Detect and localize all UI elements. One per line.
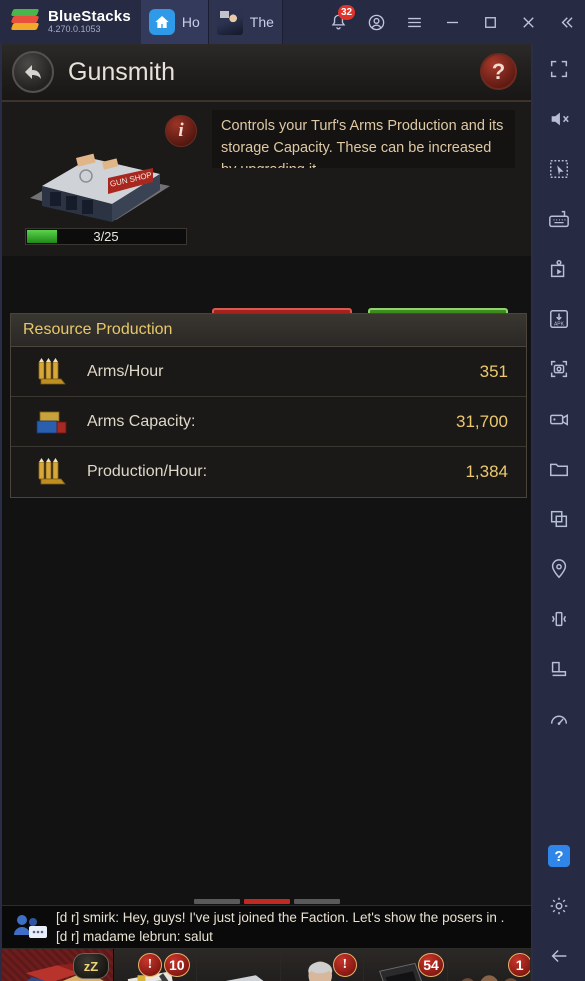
- bullets-icon: [33, 456, 69, 488]
- count-badge: 54: [418, 953, 444, 977]
- briefcase-icon: [226, 975, 264, 981]
- page-dot-active[interactable]: [243, 899, 290, 904]
- bluestacks-sidebar: APK ?: [533, 44, 585, 981]
- maximize-button[interactable]: [471, 0, 509, 44]
- count-badge: 10: [164, 953, 190, 977]
- nav-item-faction[interactable]: 1 Faction: [447, 949, 532, 981]
- bluestacks-titlebar: BlueStacks 4.270.0.1053 Ho The 32: [0, 0, 585, 44]
- table-row: Production/Hour: 1,384: [11, 447, 526, 497]
- nav-item-enforcers[interactable]: ! Enforcers: [280, 949, 365, 981]
- bullets-icon: [33, 356, 69, 388]
- menu-button[interactable]: [395, 0, 433, 44]
- chat-line: [d r] smirk: Hey, guys! I've just joined…: [56, 910, 505, 925]
- resource-production-panel: Resource Production Arms/Hour 351 Arms C…: [10, 313, 527, 498]
- description-text: Controls your Turf's Arms Production and…: [221, 118, 504, 168]
- fullscreen-icon[interactable]: [533, 44, 585, 94]
- macro-play-icon[interactable]: [533, 244, 585, 294]
- table-row: Arms/Hour 351: [11, 347, 526, 397]
- video-record-icon[interactable]: [533, 394, 585, 444]
- titlebar-controls: 32: [319, 0, 585, 44]
- chat-messages: [d r] smirk: Hey, guys! I've just joined…: [56, 908, 504, 946]
- pointer-select-icon[interactable]: [533, 144, 585, 194]
- description-tooltip: Controls your Turf's Arms Production and…: [212, 110, 515, 168]
- back-arrow-icon[interactable]: [533, 931, 585, 981]
- rotate-screen-icon[interactable]: [533, 644, 585, 694]
- bluestacks-window: BlueStacks 4.270.0.1053 Ho The 32 Gunsmi…: [0, 0, 585, 981]
- tab-home[interactable]: Ho: [140, 0, 209, 44]
- chat-bubble-icon: [10, 911, 50, 943]
- volume-mute-icon[interactable]: [533, 94, 585, 144]
- page-title: Gunsmith: [68, 57, 175, 86]
- alert-badge: !: [138, 953, 162, 977]
- tab-game-label: The: [249, 14, 274, 30]
- row-value: 31,700: [456, 411, 508, 431]
- building-info-area: GUN SHOP i Controls your Turf's Arms Pro…: [2, 102, 531, 354]
- keyboard-icon[interactable]: [533, 194, 585, 244]
- count-badge: 1: [507, 953, 531, 977]
- collapse-sidebar-button[interactable]: [547, 0, 585, 44]
- game-header: Gunsmith ?: [2, 44, 531, 102]
- emulator-viewport: Gunsmith ? GUN SHOP i Controls your Turf…: [0, 0, 533, 981]
- close-button[interactable]: [509, 0, 547, 44]
- back-arrow-icon[interactable]: [12, 51, 54, 93]
- nav-item-inventory[interactable]: Inventory: [197, 949, 281, 981]
- row-label: Arms/Hour: [87, 362, 164, 380]
- crates-icon: [33, 406, 69, 438]
- shake-device-icon[interactable]: [533, 594, 585, 644]
- svg-text:APK: APK: [554, 321, 565, 327]
- minimize-button[interactable]: [433, 0, 471, 44]
- location-pin-icon[interactable]: [533, 544, 585, 594]
- apk-install-icon[interactable]: APK: [533, 294, 585, 344]
- level-text: 3/25: [93, 229, 119, 244]
- app-name: BlueStacks: [48, 8, 131, 26]
- tab-game[interactable]: The: [208, 0, 283, 44]
- row-value: 351: [479, 361, 508, 381]
- bottom-navigation: zZ ! 10 Tasks: [2, 949, 532, 981]
- gauge-icon[interactable]: [533, 694, 585, 744]
- chat-line: [d r] madame lebrun: salut: [56, 929, 213, 944]
- bluestacks-logo-icon: [10, 9, 40, 35]
- gun-shop-building-icon: GUN SHOP: [20, 124, 190, 228]
- game-screen: Gunsmith ? GUN SHOP i Controls your Turf…: [0, 44, 533, 981]
- page-dot[interactable]: [293, 899, 340, 904]
- table-row: Arms Capacity: 31,700: [11, 397, 526, 447]
- folder-icon[interactable]: [533, 444, 585, 494]
- level-progress-bar: 3/25: [25, 228, 187, 245]
- tab-strip: Ho The: [140, 0, 283, 44]
- help-button[interactable]: ?: [480, 53, 517, 90]
- game-thumbnail-icon: [216, 9, 243, 35]
- bluestacks-branding: BlueStacks 4.270.0.1053: [48, 9, 131, 34]
- help-icon[interactable]: ?: [533, 831, 585, 881]
- screenshot-camera-icon[interactable]: [533, 344, 585, 394]
- multi-window-icon[interactable]: [533, 494, 585, 544]
- notification-badge: 32: [338, 5, 356, 20]
- app-version: 4.270.0.1053: [48, 24, 101, 35]
- home-icon: [148, 9, 175, 35]
- alert-badge: !: [332, 953, 357, 977]
- tab-home-label: Ho: [181, 14, 200, 30]
- info-icon[interactable]: i: [165, 115, 197, 147]
- notifications-button[interactable]: 32: [319, 0, 357, 44]
- resource-panel-title: Resource Production: [11, 314, 526, 347]
- row-label: Arms Capacity:: [87, 412, 196, 430]
- row-label: Production/Hour:: [87, 463, 208, 480]
- account-button[interactable]: [357, 0, 395, 44]
- gear-icon[interactable]: [533, 881, 585, 931]
- sleep-badge: zZ: [73, 953, 109, 979]
- nav-item-tasks[interactable]: ! 10 Tasks: [114, 949, 198, 981]
- page-dot[interactable]: [193, 899, 240, 904]
- chat-bar[interactable]: [d r] smirk: Hey, guys! I've just joined…: [2, 905, 531, 949]
- row-value: 1,384: [465, 462, 508, 481]
- page-indicator[interactable]: [2, 899, 531, 904]
- nav-item-mail[interactable]: 54 Mail: [364, 949, 448, 981]
- nav-item-turf[interactable]: zZ: [2, 949, 114, 981]
